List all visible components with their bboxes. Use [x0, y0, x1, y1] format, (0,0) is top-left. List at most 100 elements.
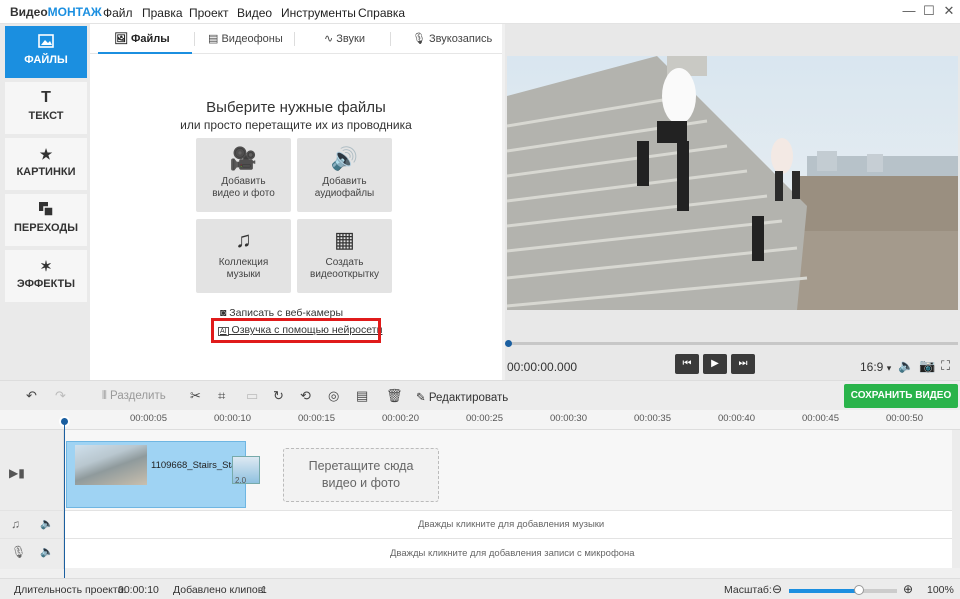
menu-video[interactable]: Видео: [237, 6, 272, 20]
split-button[interactable]: ⫴ Разделить: [102, 390, 166, 403]
sidebar-item-label: ПЕРЕХОДЫ: [14, 222, 78, 234]
video-preview: [507, 56, 958, 310]
duration-label: Длительность проекта:: [14, 584, 127, 596]
voice-track[interactable]: 🎙 🔈 Дважды кликните для добавления запис…: [0, 538, 952, 569]
tab-files[interactable]: 🖼 Файлы: [114, 32, 170, 45]
menu-file[interactable]: Файл: [103, 6, 133, 20]
add-audio-button[interactable]: 🔊 Добавить аудиофайлы: [297, 138, 392, 212]
sidebar-item-images[interactable]: ★ КАРТИНКИ: [5, 138, 87, 190]
rotate-icon[interactable]: ↻: [273, 388, 284, 404]
volume-icon[interactable]: 🔈: [40, 517, 54, 530]
prev-frame-button[interactable]: ⏮: [675, 354, 699, 374]
tab-video-backgrounds[interactable]: ▤ Видеофоны: [208, 32, 283, 45]
ruler-tick: 00:00:15: [298, 413, 335, 424]
drop-zone[interactable]: Перетащите сюда видео и фото: [283, 448, 439, 502]
music-collection-button[interactable]: ♫ Коллекция музыки: [196, 219, 291, 293]
fullscreen-icon[interactable]: ⛶: [941, 358, 950, 374]
ruler-tick: 00:00:20: [382, 413, 419, 424]
microphone-icon: 🎙: [11, 545, 27, 559]
menu-project[interactable]: Проект: [189, 6, 229, 20]
snapshot-icon[interactable]: 📷: [919, 358, 935, 374]
chevron-down-icon: ▾: [886, 363, 892, 373]
files-subtitle: или просто перетащите их из проводника: [180, 118, 412, 132]
timecode: 00:00:00.000: [507, 360, 578, 374]
frame-icon[interactable]: ▭: [246, 388, 258, 404]
music-track[interactable]: ♫ 🔈 Дважды кликните для добавления музык…: [0, 510, 952, 539]
insert-icon[interactable]: ▤: [356, 388, 368, 404]
redo-icon[interactable]: ↷: [55, 388, 66, 404]
minimize-icon[interactable]: —: [901, 3, 917, 19]
cut-icon[interactable]: ✂: [190, 388, 201, 404]
film-icon: ▤: [208, 33, 219, 45]
zoom-slider-fill: [789, 589, 859, 593]
zoom-in-icon[interactable]: ⊕: [903, 582, 913, 596]
sidebar-item-label: ТЕКСТ: [28, 110, 64, 122]
ruler-tick: 00:00:40: [718, 413, 755, 424]
wand-icon: ✶: [40, 258, 52, 274]
next-frame-button[interactable]: ⏭: [731, 354, 755, 374]
tab-sounds[interactable]: ∿ Звуки: [324, 32, 365, 45]
crop-icon[interactable]: ⌗: [218, 388, 225, 404]
music-note-icon: ♫: [11, 517, 20, 531]
ruler-tick: 00:00:25: [466, 413, 503, 424]
save-video-button[interactable]: СОХРАНИТЬ ВИДЕО: [844, 384, 958, 408]
video-track-header: ▶▮: [0, 430, 64, 510]
zoom-slider-knob[interactable]: [854, 585, 864, 595]
camera-icon: 🎥: [229, 146, 258, 171]
speed-icon[interactable]: ⟲: [300, 388, 311, 404]
tab-recording[interactable]: 🎙 Звукозапись: [412, 32, 492, 45]
aspect-ratio-select[interactable]: 16:9 ▾: [860, 360, 891, 374]
active-tab-indicator: [98, 52, 192, 54]
menu-help[interactable]: Справка: [358, 6, 405, 20]
menu-edit[interactable]: Правка: [142, 6, 183, 20]
playhead[interactable]: [64, 418, 65, 578]
postcard-icon: ▦: [334, 227, 355, 252]
stabilize-icon[interactable]: ◎: [328, 388, 339, 404]
highlight-box: [211, 318, 381, 343]
play-button[interactable]: ▶: [703, 354, 727, 374]
ruler-tick: 00:00:35: [634, 413, 671, 424]
sidebar-item-text[interactable]: T ТЕКСТ: [5, 82, 87, 134]
volume-icon[interactable]: 🔈: [898, 358, 914, 374]
ruler-tick: 00:00:45: [802, 413, 839, 424]
voice-track-hint: Дважды кликните для добавления записи с …: [390, 548, 635, 559]
edit-toolbar: ↶ ↷ ⫴ Разделить ✂ ⌗ ▭ ↻ ⟲ ◎ ▤ 🗑 ✎ Редакт…: [0, 380, 960, 410]
timeline-scrollbar[interactable]: [952, 430, 960, 568]
sidebar-item-label: ФАЙЛЫ: [24, 54, 68, 66]
video-clip[interactable]: 1109668_Stairs_Star 2.0: [66, 441, 260, 508]
close-icon[interactable]: ✕: [941, 3, 957, 19]
clips-label: Добавлено клипов:: [173, 584, 267, 596]
tab-divider: [194, 32, 195, 46]
zoom-out-icon[interactable]: ⊖: [772, 582, 782, 596]
audio-file-icon: 🔊: [330, 146, 359, 171]
menu-tools[interactable]: Инструменты: [281, 6, 356, 20]
add-video-photo-button[interactable]: 🎥 Добавить видео и фото: [196, 138, 291, 212]
create-postcard-button[interactable]: ▦ Создать видеооткрытку: [297, 219, 392, 293]
music-track-header: ♫ 🔈: [0, 511, 64, 539]
maximize-icon[interactable]: ☐: [921, 3, 937, 19]
zoom-value: 100%: [927, 584, 954, 596]
edit-button[interactable]: ✎ Редактировать: [416, 390, 508, 404]
timeline-ruler[interactable]: 00:00:05 00:00:10 00:00:15 00:00:20 00:0…: [0, 410, 960, 430]
menu-bar: ВидеоМОНТАЖ Файл Правка Проект Видео Инс…: [0, 0, 960, 24]
preview-seek-bar[interactable]: [507, 342, 958, 345]
split-icon: ⫴: [102, 390, 107, 402]
volume-icon[interactable]: 🔈: [40, 545, 54, 558]
preview-panel: 00:00:00.000 ⏮ ▶ ⏭ 16:9 ▾ 🔈 📷 ⛶: [505, 24, 960, 380]
ruler-tick: 00:00:50: [886, 413, 923, 424]
ruler-tick: 00:00:10: [214, 413, 251, 424]
clip-name: 1109668_Stairs_Star: [151, 460, 240, 471]
seek-knob[interactable]: [505, 340, 512, 347]
tab-divider: [390, 32, 391, 46]
zoom-label: Масштаб:: [724, 584, 772, 596]
app-logo: ВидеоМОНТАЖ: [10, 5, 102, 19]
tab-divider: [294, 32, 295, 46]
ruler-tick: 00:00:30: [550, 413, 587, 424]
sidebar-item-files[interactable]: ФАЙЛЫ: [5, 26, 87, 78]
sidebar-item-effects[interactable]: ✶ ЭФФЕКТЫ: [5, 250, 87, 302]
sidebar-item-transitions[interactable]: ПЕРЕХОДЫ: [5, 194, 87, 246]
tab-bar: 🖼 Файлы ▤ Видеофоны ∿ Звуки 🎙 Звукозапис…: [90, 24, 502, 54]
trash-icon[interactable]: 🗑: [386, 388, 403, 404]
undo-icon[interactable]: ↶: [26, 388, 37, 404]
music-note-icon: ♫: [235, 227, 252, 252]
